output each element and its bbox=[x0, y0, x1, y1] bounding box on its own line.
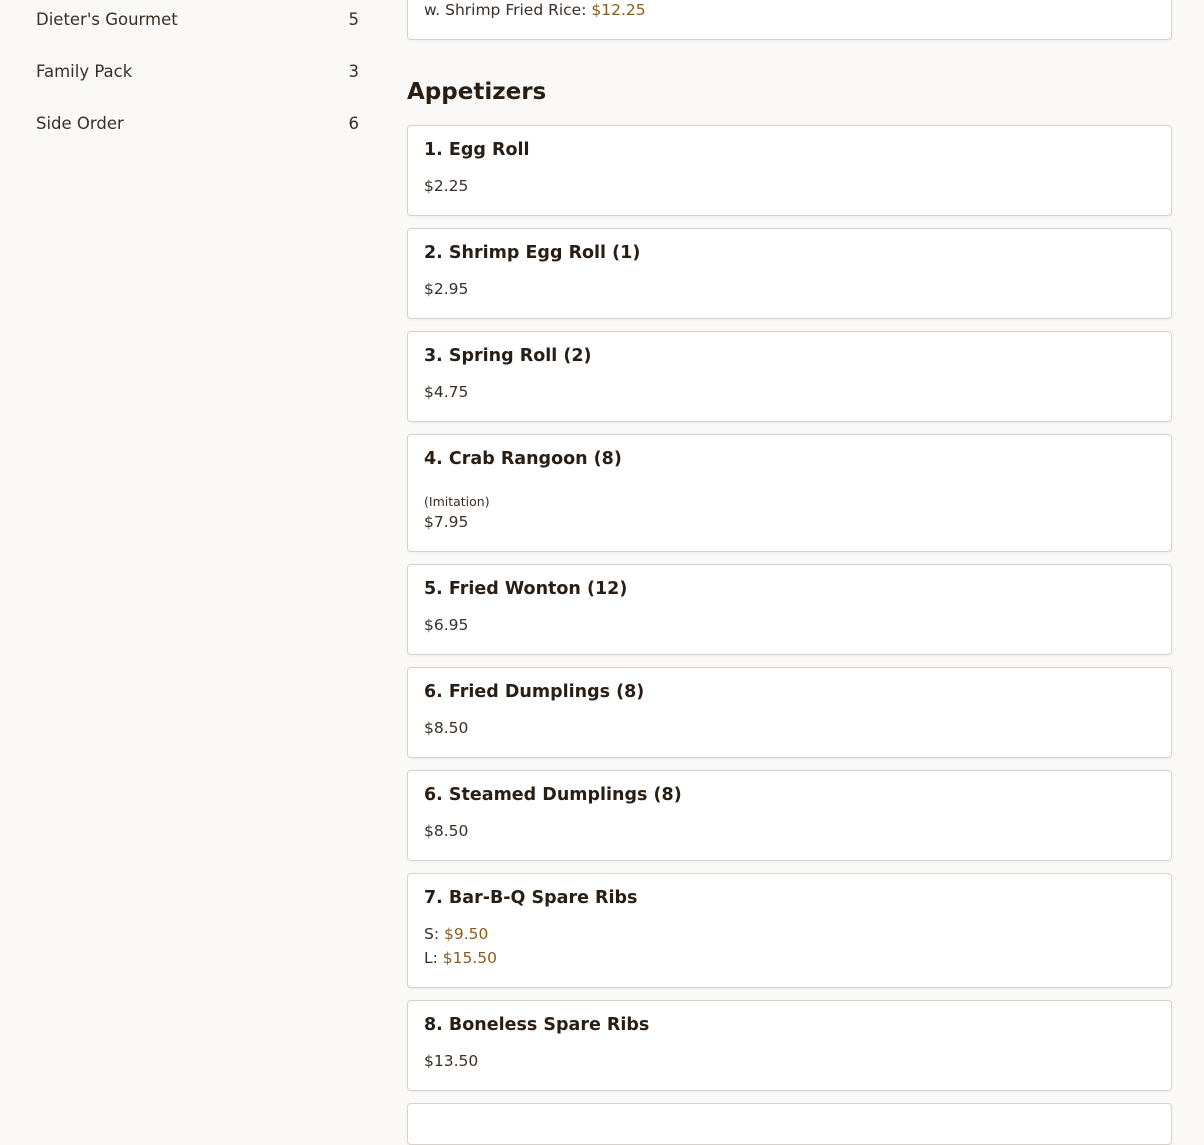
category-item-family-pack[interactable]: Family Pack 3 bbox=[36, 56, 359, 86]
item-name: 4. Crab Rangoon (8) bbox=[424, 449, 622, 469]
item-price: $13.50 bbox=[424, 1052, 479, 1070]
price-label: w. Shrimp Fried Rice: bbox=[424, 1, 587, 19]
item-name: 5. Fried Wonton (12) bbox=[424, 579, 628, 599]
item-name: 6. Steamed Dumplings (8) bbox=[424, 785, 682, 805]
item-price: $8.50 bbox=[424, 822, 469, 840]
category-count: 6 bbox=[348, 113, 360, 133]
price-line-large: L: $15.50 bbox=[424, 949, 497, 967]
price-line-small: S: $9.50 bbox=[424, 925, 488, 943]
item-name: 1. Egg Roll bbox=[424, 140, 530, 160]
category-count: 3 bbox=[348, 61, 360, 81]
menu-item-card[interactable] bbox=[407, 1103, 1172, 1145]
category-name: Family Pack bbox=[36, 61, 133, 81]
item-price: $6.95 bbox=[424, 616, 469, 634]
item-price: $2.25 bbox=[424, 177, 469, 195]
menu-item-card[interactable]: 2. Shrimp Egg Roll (1) $2.95 bbox=[407, 228, 1172, 319]
price-label: L: bbox=[424, 949, 438, 967]
price: $9.50 bbox=[444, 925, 489, 943]
item-name: 2. Shrimp Egg Roll (1) bbox=[424, 243, 641, 263]
menu-item-card[interactable]: 1. Egg Roll $2.25 bbox=[407, 125, 1172, 216]
menu-item-card[interactable]: 8. Boneless Spare Ribs $13.50 bbox=[407, 1000, 1172, 1091]
price: $12.25 bbox=[591, 1, 646, 19]
price-line: w. Shrimp Fried Rice: $12.25 bbox=[424, 1, 646, 19]
item-price: $7.95 bbox=[424, 513, 469, 531]
category-item-side-order[interactable]: Side Order 6 bbox=[36, 108, 359, 138]
section-title: Appetizers bbox=[407, 79, 547, 105]
menu-item-card[interactable]: 5. Fried Wonton (12) $6.95 bbox=[407, 564, 1172, 655]
menu-item-card[interactable]: 3. Spring Roll (2) $4.75 bbox=[407, 331, 1172, 422]
price: $15.50 bbox=[442, 949, 498, 967]
item-description: (Imitation) bbox=[424, 494, 490, 509]
item-name: 3. Spring Roll (2) bbox=[424, 346, 592, 366]
category-name: Dieter's Gourmet bbox=[36, 9, 178, 29]
item-name: 7. Bar-B-Q Spare Ribs bbox=[424, 888, 638, 908]
menu-item-card[interactable]: w. Shrimp Fried Rice: $12.25 bbox=[407, 0, 1172, 40]
item-price: $2.95 bbox=[424, 280, 469, 298]
item-name: 6. Fried Dumplings (8) bbox=[424, 682, 645, 702]
menu-item-card[interactable]: 7. Bar-B-Q Spare Ribs S: $9.50 L: $15.50 bbox=[407, 873, 1172, 988]
category-count: 5 bbox=[348, 9, 360, 29]
category-name: Side Order bbox=[36, 113, 124, 133]
category-item-dieters-gourmet[interactable]: Dieter's Gourmet 5 bbox=[36, 4, 359, 34]
item-price: $8.50 bbox=[424, 719, 469, 737]
menu-item-card[interactable]: 4. Crab Rangoon (8) (Imitation) $7.95 bbox=[407, 434, 1172, 552]
menu-item-card[interactable]: 6. Steamed Dumplings (8) $8.50 bbox=[407, 770, 1172, 861]
item-name: 8. Boneless Spare Ribs bbox=[424, 1015, 650, 1035]
price-label: S: bbox=[424, 925, 440, 943]
menu-item-card[interactable]: 6. Fried Dumplings (8) $8.50 bbox=[407, 667, 1172, 758]
item-price: $4.75 bbox=[424, 383, 469, 401]
